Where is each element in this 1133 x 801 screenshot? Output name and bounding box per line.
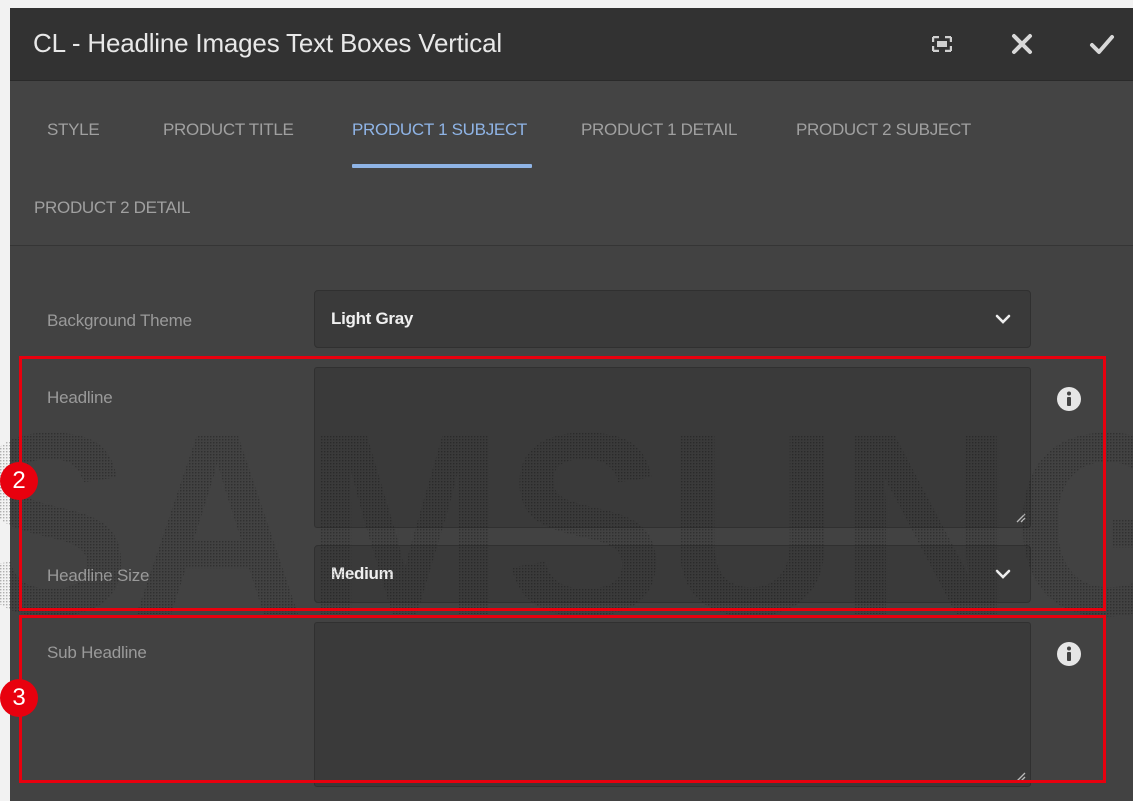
active-tab-indicator xyxy=(352,164,532,168)
tab-product-1-detail[interactable]: PRODUCT 1 DETAIL xyxy=(581,120,737,140)
fullscreen-icon xyxy=(932,36,952,52)
tab-product-1-subject[interactable]: PRODUCT 1 SUBJECT xyxy=(352,120,527,140)
fullscreen-button[interactable] xyxy=(922,24,962,64)
highlight-box-2 xyxy=(19,356,1106,611)
check-icon xyxy=(1090,35,1114,54)
tab-style[interactable]: STYLE xyxy=(47,120,100,140)
close-icon xyxy=(1012,34,1032,54)
tab-product-title[interactable]: PRODUCT TITLE xyxy=(163,120,294,140)
dialog-title: CL - Headline Images Text Boxes Vertical xyxy=(33,28,502,58)
annotation-badge-2: 2 xyxy=(0,462,38,500)
dialog-header: CL - Headline Images Text Boxes Vertical xyxy=(10,8,1133,81)
tab-bar: STYLE PRODUCT TITLE PRODUCT 1 SUBJECT PR… xyxy=(10,81,1133,246)
tab-product-2-subject[interactable]: PRODUCT 2 SUBJECT xyxy=(796,120,971,140)
tab-product-2-detail[interactable]: PRODUCT 2 DETAIL xyxy=(34,198,190,218)
background-theme-value: Light Gray xyxy=(331,309,414,328)
close-button[interactable] xyxy=(1002,24,1042,64)
highlight-box-3 xyxy=(19,615,1106,783)
chevron-down-icon xyxy=(995,314,1011,324)
annotation-badge-3: 3 xyxy=(0,679,38,717)
background-theme-select[interactable]: Light Gray xyxy=(314,290,1031,348)
done-button[interactable] xyxy=(1082,24,1122,64)
background-theme-label: Background Theme xyxy=(47,311,192,330)
